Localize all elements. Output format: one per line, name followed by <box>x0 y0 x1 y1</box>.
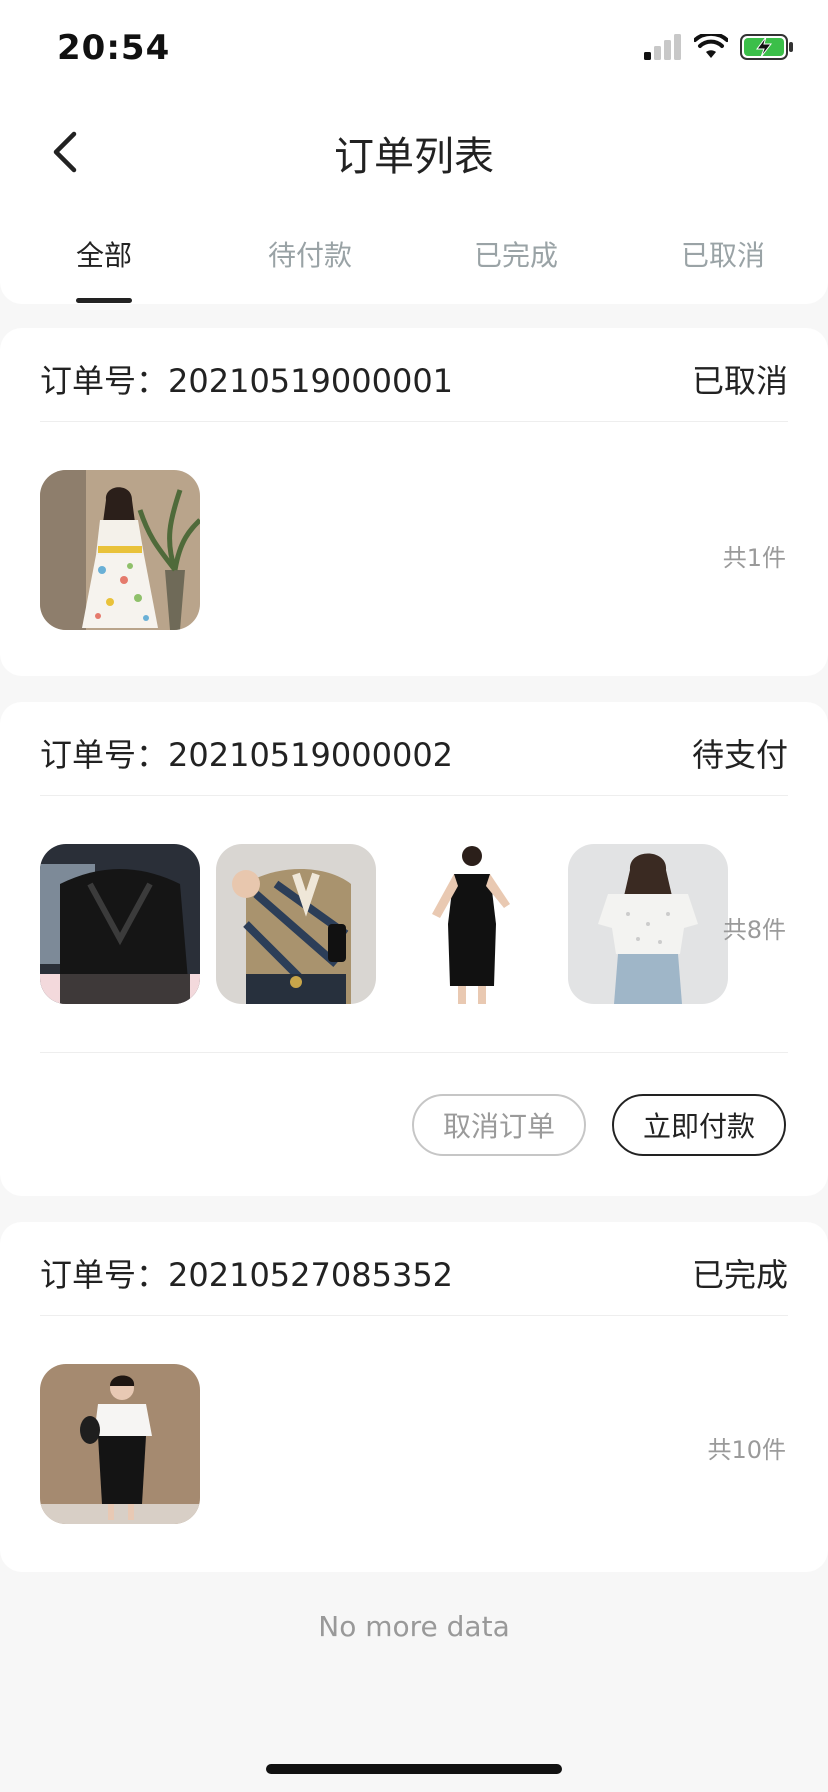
divider <box>40 1052 788 1053</box>
order-number: 订单号：20210519000001 <box>40 362 454 400</box>
product-thumbnail[interactable] <box>216 844 376 1004</box>
item-count: 共10件 <box>707 1436 786 1464</box>
product-thumbnail[interactable] <box>40 470 200 630</box>
tab-all[interactable]: 全部 <box>29 234 179 274</box>
page-title: 订单列表 <box>334 134 494 180</box>
order-number: 订单号：20210519000002 <box>40 736 454 774</box>
order-card[interactable]: 订单号：20210519000002 待支付 共8件 取消订单 立即付款 <box>0 702 828 1196</box>
order-card[interactable]: 订单号：20210527085352 已完成 共10件 <box>0 1222 828 1572</box>
active-tab-indicator <box>76 298 132 303</box>
order-header: 订单号：20210519000001 已取消 <box>40 328 788 422</box>
product-thumbnail[interactable] <box>392 844 552 1004</box>
no-more-data-text: No more data <box>318 1610 510 1643</box>
order-header: 订单号：20210519000002 待支付 <box>40 702 788 796</box>
tab-bar: 全部 待付款 已完成 已取消 <box>0 210 828 304</box>
product-thumbnail[interactable] <box>568 844 728 1004</box>
tab-pending-payment[interactable]: 待付款 <box>235 234 385 274</box>
product-thumbnail[interactable] <box>40 1364 200 1524</box>
cancel-order-button[interactable]: 取消订单 <box>412 1094 586 1156</box>
tab-cancelled[interactable]: 已取消 <box>648 234 798 274</box>
product-thumbnail[interactable] <box>40 844 200 1004</box>
nav-bar: 订单列表 <box>0 100 828 210</box>
order-status: 已取消 <box>691 362 788 400</box>
order-status: 已完成 <box>691 1256 788 1294</box>
tab-completed[interactable]: 已完成 <box>441 234 591 274</box>
status-bar: 20:54 <box>0 0 828 100</box>
order-card[interactable]: 订单号：20210519000001 已取消 共1件 <box>0 328 828 676</box>
item-count: 共8件 <box>722 916 786 944</box>
signal-icon <box>644 34 681 60</box>
order-number: 订单号：20210527085352 <box>40 1256 454 1294</box>
order-header: 订单号：20210527085352 已完成 <box>40 1222 788 1316</box>
wifi-icon <box>694 34 728 58</box>
pay-now-button[interactable]: 立即付款 <box>612 1094 786 1156</box>
battery-charging-icon <box>740 34 793 60</box>
home-indicator[interactable] <box>266 1764 562 1774</box>
status-time: 20:54 <box>57 28 171 68</box>
status-icons <box>644 34 794 60</box>
order-status: 待支付 <box>691 736 788 774</box>
item-count: 共1件 <box>722 544 786 572</box>
